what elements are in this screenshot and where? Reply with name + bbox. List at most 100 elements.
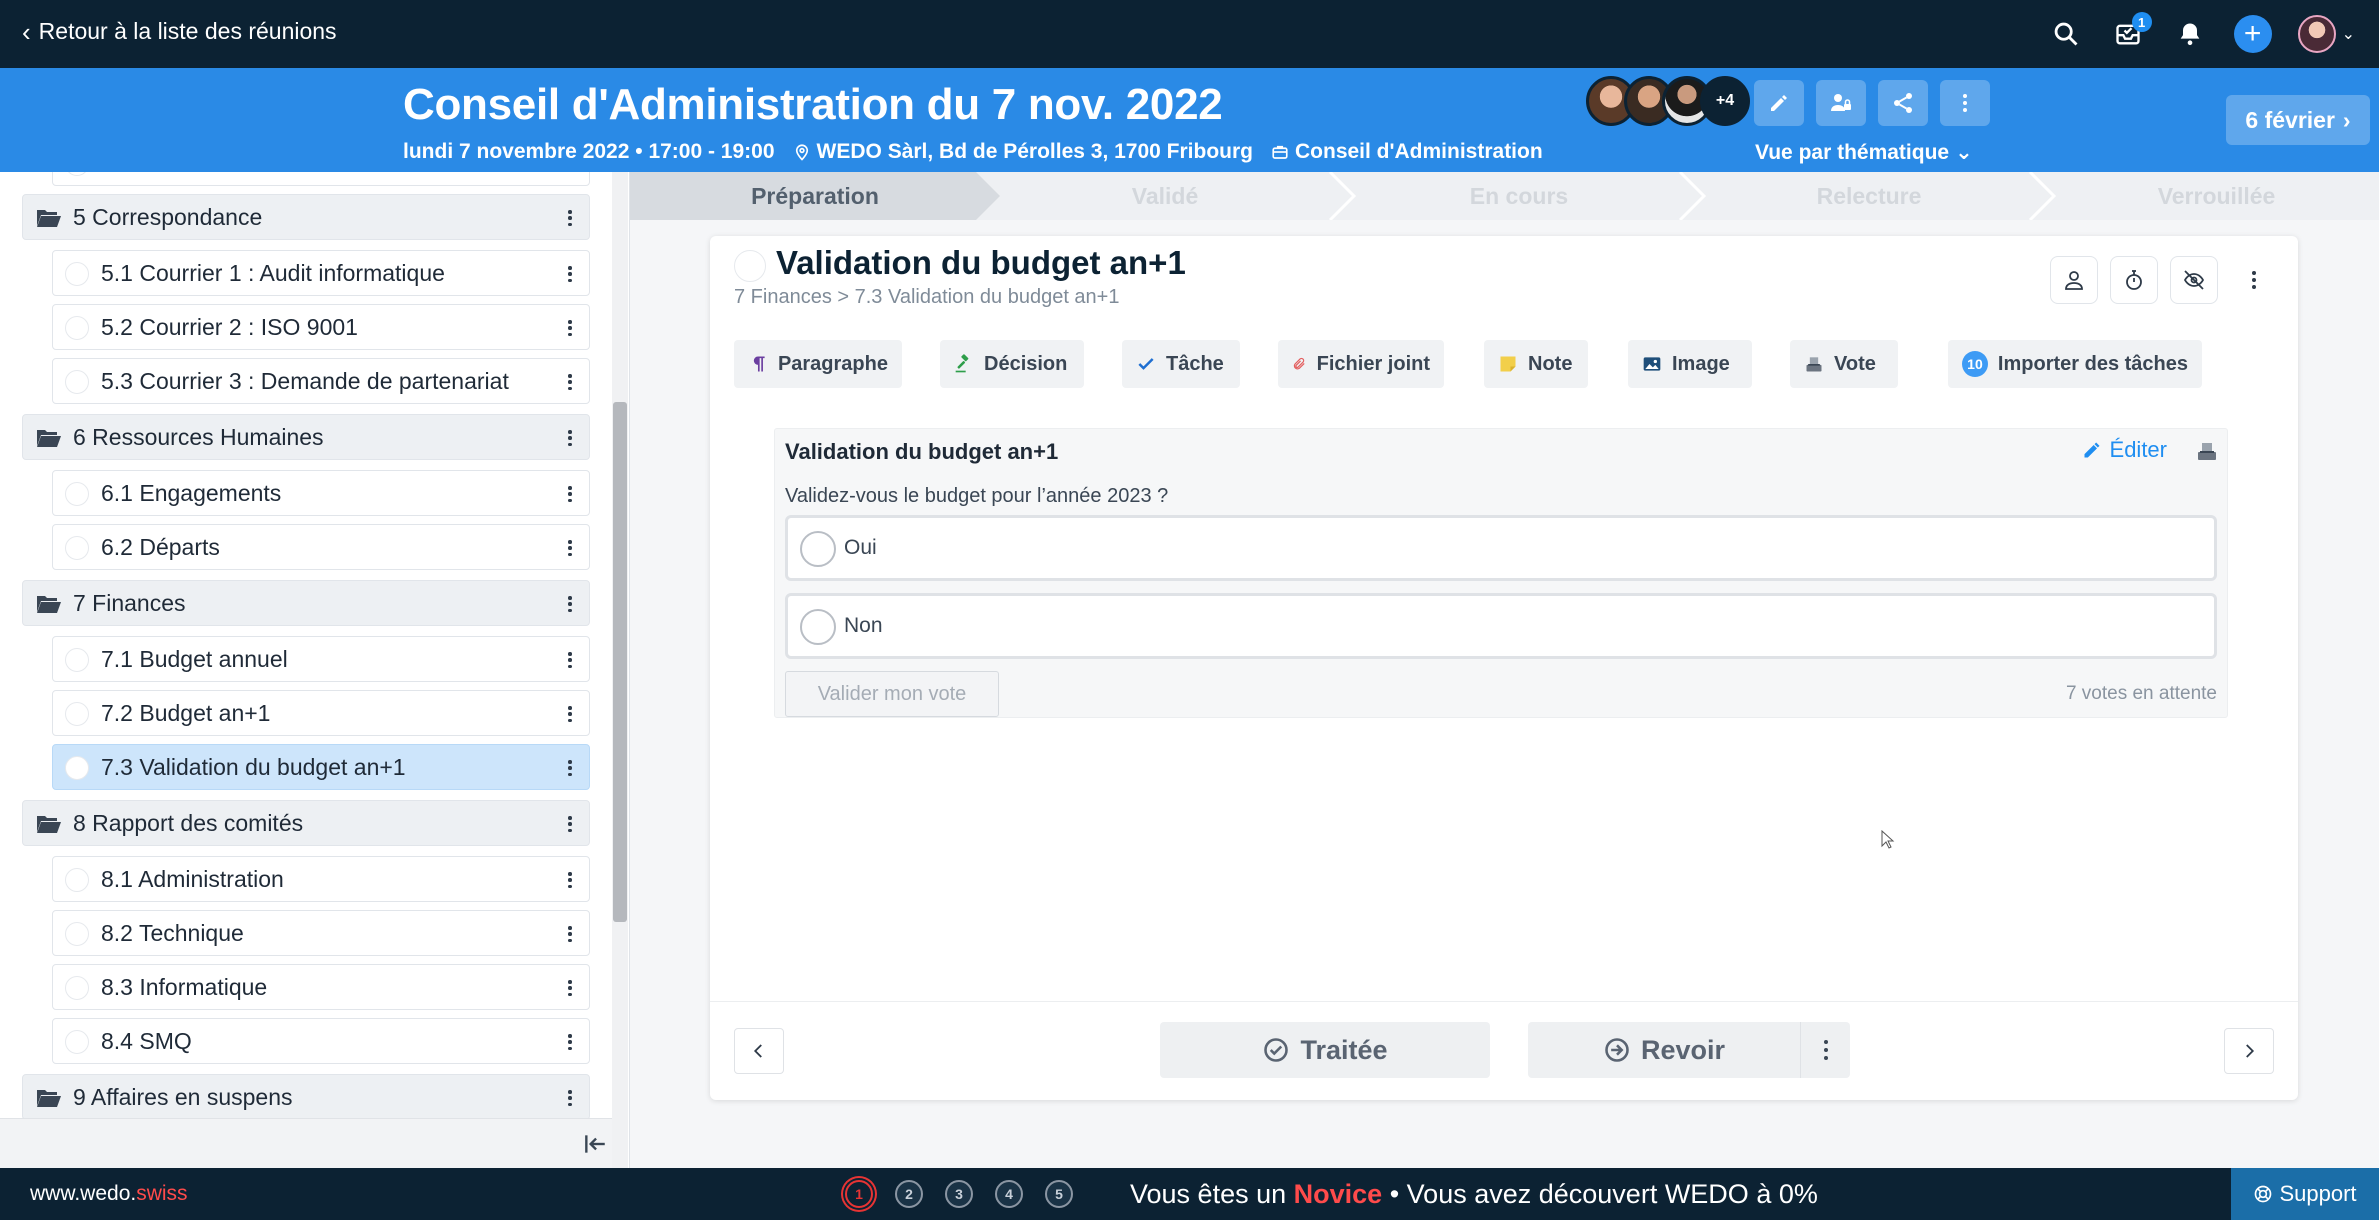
- more-vertical-icon[interactable]: [565, 868, 575, 892]
- add-note-button[interactable]: Note: [1484, 340, 1588, 388]
- agenda-item[interactable]: 5.1 Courrier 1 : Audit informatique: [52, 250, 590, 296]
- agenda-item[interactable]: 7.1 Budget annuel: [52, 636, 590, 682]
- edit-vote-button[interactable]: Éditer: [2082, 437, 2167, 463]
- more-vertical-icon[interactable]: [565, 316, 575, 340]
- agenda-group[interactable]: 6 Ressources Humaines: [22, 414, 590, 460]
- agenda-group[interactable]: 9 Affaires en suspens: [22, 1074, 590, 1120]
- agenda-item[interactable]: 7.2 Budget an+1: [52, 690, 590, 736]
- view-mode-select[interactable]: Vue par thématique ⌄: [1755, 140, 1973, 165]
- agenda-group[interactable]: 8 Rapport des comités: [22, 800, 590, 846]
- progress-step-dot[interactable]: 4: [995, 1180, 1023, 1208]
- add-attachment-button[interactable]: Fichier joint: [1278, 340, 1444, 388]
- next-meeting-button[interactable]: 6 février ›: [2226, 95, 2370, 145]
- collapse-sidebar-icon[interactable]: [582, 1131, 608, 1157]
- agenda-item[interactable]: 8.2 Technique: [52, 910, 590, 956]
- add-vote-label: Vote: [1834, 352, 1876, 375]
- more-vertical-icon[interactable]: [565, 756, 575, 780]
- progress-step-dot[interactable]: 2: [895, 1180, 923, 1208]
- step-in-progress[interactable]: En cours: [1354, 172, 1684, 220]
- add-task-button[interactable]: Tâche: [1122, 340, 1240, 388]
- folder-open-icon: [37, 430, 61, 447]
- notifications-button[interactable]: [2172, 16, 2208, 52]
- hide-topic-button[interactable]: [2170, 256, 2218, 304]
- more-vertical-icon[interactable]: [565, 592, 575, 616]
- agenda-item-label: 5.3 Courrier 3 : Demande de partenariat: [101, 367, 509, 394]
- user-menu[interactable]: ⌄: [2297, 15, 2355, 53]
- more-vertical-icon[interactable]: [565, 976, 575, 1000]
- agenda-item[interactable]: 6.2 Départs: [52, 524, 590, 570]
- add-note-label: Note: [1528, 352, 1573, 375]
- share-button[interactable]: [1878, 80, 1928, 126]
- vote-option-oui[interactable]: Oui: [785, 515, 2217, 581]
- timer-button[interactable]: [2110, 256, 2158, 304]
- website-link[interactable]: www.wedo.swiss: [30, 1182, 188, 1206]
- agenda-group[interactable]: 7 Finances: [22, 580, 590, 626]
- create-button[interactable]: +: [2233, 15, 2272, 53]
- agenda-item[interactable]: 5.3 Courrier 3 : Demande de partenariat: [52, 358, 590, 404]
- more-vertical-icon[interactable]: [565, 1086, 575, 1110]
- ballot-box-icon[interactable]: [2195, 439, 2219, 463]
- status-circle: [65, 536, 89, 560]
- more-vertical-icon[interactable]: [565, 482, 575, 506]
- add-decision-button[interactable]: Décision: [940, 340, 1084, 388]
- mark-review-button[interactable]: Revoir: [1528, 1022, 1800, 1078]
- vote-pending-count: 7 votes en attente: [2065, 683, 2217, 704]
- agenda-item[interactable]: 8.1 Administration: [52, 856, 590, 902]
- agenda-item[interactable]: 8.3 Informatique: [52, 964, 590, 1010]
- agenda-item-partial[interactable]: [52, 172, 590, 186]
- more-vertical-icon[interactable]: [565, 370, 575, 394]
- agenda-item-active[interactable]: 7.3 Validation du budget an+1: [52, 744, 590, 790]
- agenda-item-label: 5.2 Courrier 2 : ISO 9001: [101, 313, 358, 340]
- progress-step-dot[interactable]: 5: [1045, 1180, 1073, 1208]
- radio-button[interactable]: [800, 609, 836, 645]
- add-paragraph-button[interactable]: Paragraphe: [734, 340, 902, 388]
- progress-step-dot[interactable]: 1: [845, 1180, 873, 1208]
- bell-icon: [2180, 23, 2199, 46]
- support-button[interactable]: Support: [2231, 1168, 2379, 1220]
- agenda-group[interactable]: 5 Correspondance: [22, 194, 590, 240]
- more-vertical-icon[interactable]: [565, 648, 575, 672]
- next-topic-button[interactable]: [2224, 1028, 2274, 1074]
- vote-option-non[interactable]: Non: [785, 593, 2217, 659]
- previous-topic-button[interactable]: [734, 1028, 784, 1074]
- agenda-item-label: 7.2 Budget an+1: [101, 699, 271, 726]
- step-locked[interactable]: Verrouillée: [2054, 172, 2379, 220]
- topic-more-button[interactable]: [2230, 256, 2278, 304]
- radio-button[interactable]: [800, 531, 836, 567]
- access-rights-button[interactable]: [1816, 80, 1866, 126]
- more-vertical-icon[interactable]: [565, 812, 575, 836]
- sidebar-scrollbar[interactable]: [612, 172, 628, 1168]
- back-to-meetings-link[interactable]: ‹ Retour à la liste des réunions: [22, 18, 337, 45]
- search-button[interactable]: [2048, 16, 2084, 52]
- add-image-button[interactable]: Image: [1628, 340, 1752, 388]
- meeting-more-button[interactable]: [1940, 80, 1990, 126]
- progress-step-dot[interactable]: 3: [945, 1180, 973, 1208]
- more-vertical-icon[interactable]: [565, 922, 575, 946]
- add-vote-button[interactable]: Vote: [1790, 340, 1898, 388]
- inbox-button[interactable]: 1: [2110, 12, 2152, 52]
- edit-meeting-button[interactable]: [1754, 80, 1804, 126]
- more-vertical-icon[interactable]: [565, 536, 575, 560]
- more-vertical-icon[interactable]: [565, 262, 575, 286]
- assign-presenter-button[interactable]: [2050, 256, 2098, 304]
- footer-more-button[interactable]: [1800, 1022, 1850, 1078]
- more-vertical-icon[interactable]: [565, 206, 575, 230]
- more-vertical-icon[interactable]: [565, 702, 575, 726]
- mark-review-label: Revoir: [1640, 1034, 1726, 1065]
- submit-vote-button[interactable]: Valider mon vote: [785, 671, 999, 717]
- more-vertical-icon[interactable]: [565, 426, 575, 450]
- agenda-item[interactable]: 6.1 Engagements: [52, 470, 590, 516]
- step-validated[interactable]: Validé: [1000, 172, 1330, 220]
- step-review[interactable]: Relecture: [1704, 172, 2034, 220]
- import-tasks-button[interactable]: 10 Importer des tâches: [1948, 340, 2202, 388]
- more-vertical-icon[interactable]: [565, 1030, 575, 1054]
- mark-treated-button[interactable]: Traitée: [1160, 1022, 1490, 1078]
- agenda-group-label: 7 Finances: [73, 589, 186, 616]
- step-preparation[interactable]: Préparation: [630, 172, 1000, 220]
- agenda-item[interactable]: 8.4 SMQ: [52, 1018, 590, 1064]
- sidebar-scrollbar-thumb[interactable]: [613, 402, 627, 922]
- topic-status-circle[interactable]: [734, 250, 766, 282]
- status-circle: [65, 868, 89, 892]
- participants-avatars[interactable]: +4: [1586, 76, 1750, 126]
- agenda-item[interactable]: 5.2 Courrier 2 : ISO 9001: [52, 304, 590, 350]
